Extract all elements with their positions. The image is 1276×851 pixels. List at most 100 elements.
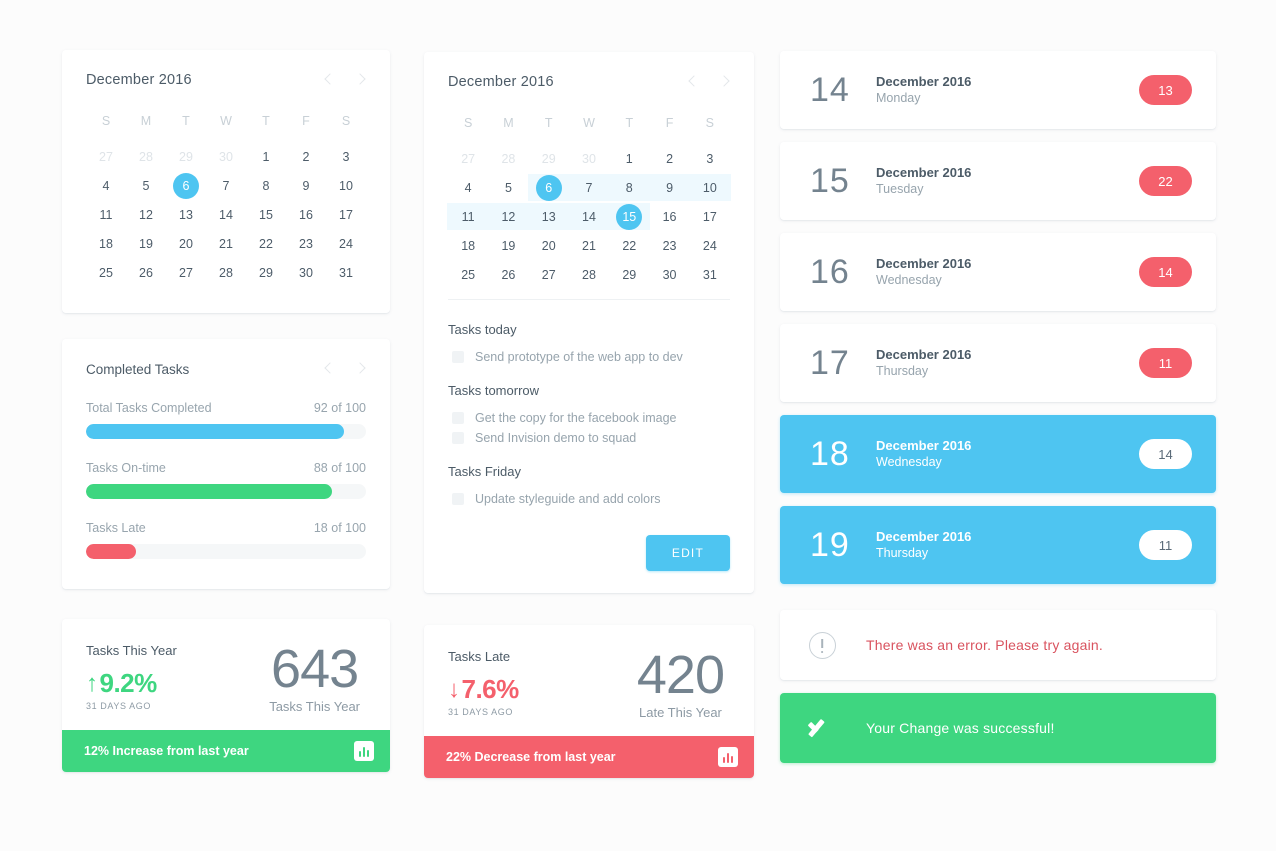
completed-tasks-header: Completed Tasks: [86, 361, 366, 377]
calendar-day-cell[interactable]: 22: [609, 231, 649, 260]
chevron-right-icon[interactable]: [718, 74, 730, 90]
calendar-day-cell[interactable]: 22: [246, 229, 286, 258]
calendar-day-cell[interactable]: 29: [609, 260, 649, 289]
calendar-day-cell[interactable]: 13: [527, 202, 571, 231]
task-checkbox[interactable]: [452, 351, 464, 363]
day-list-item[interactable]: 14 December 2016 Monday 13: [780, 51, 1216, 129]
chevron-left-icon[interactable]: [688, 74, 700, 90]
calendar-day-cell[interactable]: 20: [529, 231, 569, 260]
calendar-day-cell[interactable]: 19: [126, 229, 166, 258]
task-row[interactable]: Get the copy for the facebook image: [448, 408, 730, 428]
calendar-day-cell[interactable]: 26: [126, 258, 166, 287]
calendar-day-cell[interactable]: 28: [569, 260, 609, 289]
calendar-day-cell[interactable]: 18: [86, 229, 126, 258]
calendar-day-cell[interactable]: 25: [448, 260, 488, 289]
day-list-item[interactable]: 19 December 2016 Thursday 11: [780, 506, 1216, 584]
calendar-day-cell[interactable]: 16: [649, 202, 689, 231]
calendar-day-number: 10: [339, 178, 353, 193]
task-checkbox[interactable]: [452, 493, 464, 505]
calendar-day-cell[interactable]: 30: [206, 142, 246, 171]
chevron-left-icon[interactable]: [324, 361, 336, 377]
calendar-day-number: 28: [501, 151, 516, 166]
calendar-day-cell[interactable]: 28: [126, 142, 166, 171]
calendar-day-cell[interactable]: 28: [206, 258, 246, 287]
day-list-item[interactable]: 17 December 2016 Thursday 11: [780, 324, 1216, 402]
calendar-day-cell[interactable]: 4: [448, 173, 488, 202]
calendar-day-cell[interactable]: 7: [567, 173, 611, 202]
calendar-day-cell[interactable]: 14: [567, 202, 611, 231]
calendar-day-cell[interactable]: 28: [488, 144, 528, 173]
day-list-item[interactable]: 18 December 2016 Wednesday 14: [780, 415, 1216, 493]
calendar-day-cell[interactable]: 12: [126, 200, 166, 229]
calendar-day-cell[interactable]: 8: [246, 171, 286, 200]
calendar-day-cell[interactable]: 6: [527, 173, 571, 202]
stat-caption: Tasks This Year: [86, 643, 177, 658]
calendar-day-cell[interactable]: 21: [569, 231, 609, 260]
calendar-day-cell[interactable]: 18: [448, 231, 488, 260]
calendar-day-cell[interactable]: 2: [649, 144, 689, 173]
bar-chart-icon[interactable]: [354, 741, 374, 761]
task-row[interactable]: Update styleguide and add colors: [448, 489, 730, 509]
task-row[interactable]: Send prototype of the web app to dev: [448, 347, 730, 367]
calendar-day-cell[interactable]: 2: [286, 142, 326, 171]
calendar-day-cell[interactable]: 10: [326, 171, 366, 200]
calendar-day-cell[interactable]: 30: [286, 258, 326, 287]
calendar-day-cell[interactable]: 24: [326, 229, 366, 258]
calendar-day-cell[interactable]: 9: [648, 173, 691, 202]
calendar-day-cell[interactable]: 29: [166, 142, 206, 171]
calendar-day-cell[interactable]: 31: [326, 258, 366, 287]
calendar-day-cell[interactable]: 19: [488, 231, 528, 260]
calendar-day-cell[interactable]: 27: [166, 258, 206, 287]
calendar-day-cell[interactable]: 7: [206, 171, 246, 200]
calendar-simple-title: December 2016: [86, 72, 192, 88]
calendar-range-section: December 2016 S M T W T F S 27 28 29 30 1 2 3 4 5 6 7 8 9 10…: [424, 52, 754, 299]
calendar-day-cell[interactable]: 5: [126, 171, 166, 200]
calendar-day-cell[interactable]: 4: [86, 171, 126, 200]
calendar-day-cell[interactable]: 9: [286, 171, 326, 200]
calendar-day-cell[interactable]: 27: [86, 142, 126, 171]
calendar-day-cell[interactable]: 3: [690, 144, 730, 173]
calendar-day-cell[interactable]: 1: [246, 142, 286, 171]
task-checkbox[interactable]: [452, 412, 464, 424]
calendar-day-cell[interactable]: 11: [86, 200, 126, 229]
calendar-day-cell[interactable]: 24: [690, 231, 730, 260]
chevron-right-icon[interactable]: [354, 72, 366, 88]
bar-chart-icon[interactable]: [718, 747, 738, 767]
calendar-day-cell[interactable]: 30: [649, 260, 689, 289]
calendar-day-cell[interactable]: 26: [488, 260, 528, 289]
chevron-left-icon[interactable]: [324, 72, 336, 88]
calendar-day-cell[interactable]: 29: [246, 258, 286, 287]
edit-button[interactable]: EDIT: [645, 535, 730, 571]
calendar-day-cell[interactable]: 5: [488, 173, 528, 202]
task-row[interactable]: Send Invision demo to squad: [448, 428, 730, 448]
calendar-day-cell[interactable]: 14: [206, 200, 246, 229]
calendar-day-cell[interactable]: 15: [608, 202, 651, 231]
calendar-day-cell[interactable]: 20: [166, 229, 206, 258]
calendar-day-cell[interactable]: 23: [286, 229, 326, 258]
calendar-day-cell[interactable]: 21: [206, 229, 246, 258]
calendar-day-cell[interactable]: 8: [608, 173, 651, 202]
day-list-item[interactable]: 16 December 2016 Wednesday 14: [780, 233, 1216, 311]
calendar-day-cell[interactable]: 12: [487, 202, 530, 231]
calendar-day-cell[interactable]: 10: [688, 173, 732, 202]
calendar-day-cell[interactable]: 3: [326, 142, 366, 171]
calendar-day-cell[interactable]: 27: [529, 260, 569, 289]
calendar-day-cell[interactable]: 17: [326, 200, 366, 229]
calendar-day-cell[interactable]: 31: [690, 260, 730, 289]
day-list-item[interactable]: 15 December 2016 Tuesday 22: [780, 142, 1216, 220]
calendar-day-cell[interactable]: 6: [166, 171, 206, 200]
progress-fill: [86, 544, 137, 559]
calendar-day-cell[interactable]: 1: [609, 144, 649, 173]
chevron-right-icon[interactable]: [354, 361, 366, 377]
calendar-day-cell[interactable]: 17: [690, 202, 730, 231]
calendar-day-cell[interactable]: 16: [286, 200, 326, 229]
calendar-day-cell[interactable]: 29: [529, 144, 569, 173]
calendar-day-cell[interactable]: 11: [446, 202, 490, 231]
calendar-day-cell[interactable]: 27: [448, 144, 488, 173]
calendar-day-cell[interactable]: 25: [86, 258, 126, 287]
calendar-day-cell[interactable]: 23: [649, 231, 689, 260]
calendar-day-cell[interactable]: 13: [166, 200, 206, 229]
task-checkbox[interactable]: [452, 432, 464, 444]
calendar-day-cell[interactable]: 15: [246, 200, 286, 229]
calendar-day-cell[interactable]: 30: [569, 144, 609, 173]
